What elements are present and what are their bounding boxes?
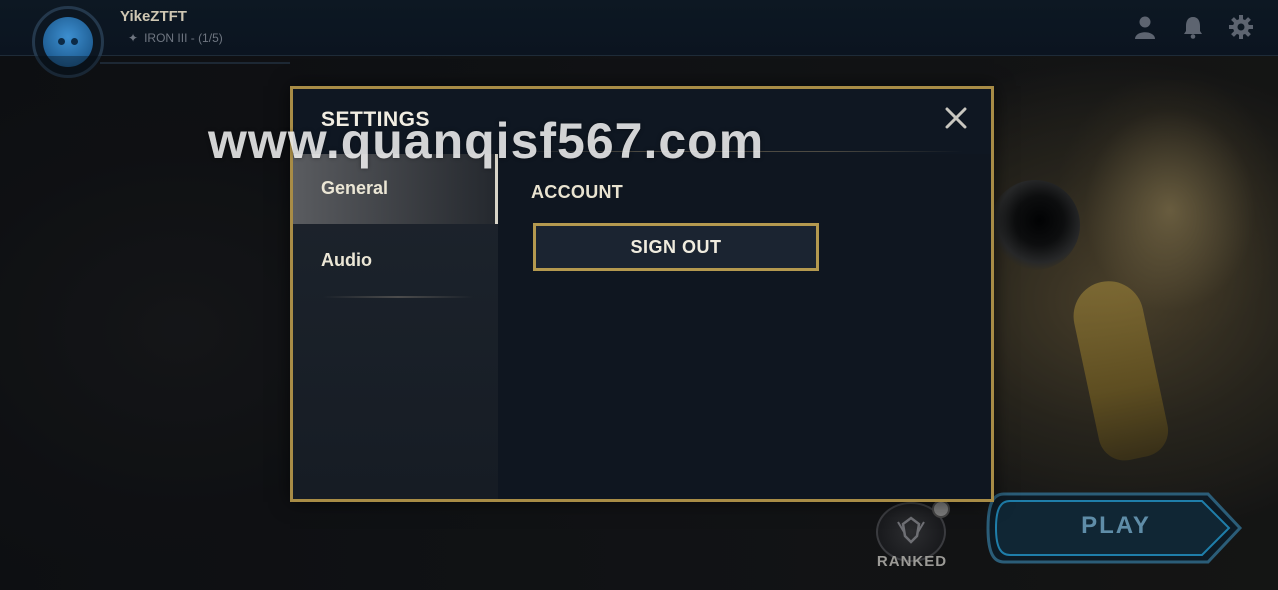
- sidebar-divider: [323, 296, 473, 298]
- watermark-text: www.quanqisf567.com: [208, 113, 765, 169]
- tab-audio[interactable]: Audio: [293, 226, 498, 296]
- top-icons: [1132, 14, 1254, 40]
- ranked-indicator: [932, 500, 950, 518]
- rank-text: IRON III - (1/5): [144, 31, 223, 45]
- top-bar: YikeZTFT ✦ IRON III - (1/5): [0, 0, 1278, 78]
- profile-icon[interactable]: [1132, 14, 1158, 40]
- rank-icon: ✦: [128, 31, 139, 45]
- sign-out-button[interactable]: SIGN OUT: [533, 223, 819, 271]
- ranked-label: RANKED: [876, 553, 948, 570]
- tab-general-label: General: [321, 178, 389, 198]
- play-button[interactable]: PLAY: [986, 490, 1246, 566]
- avatar-eye-left: [58, 38, 65, 45]
- settings-sidebar: General Audio: [293, 154, 498, 499]
- rank-status: ✦ IRON III - (1/5): [128, 31, 223, 45]
- avatar-eye-right: [71, 38, 78, 45]
- close-icon[interactable]: [943, 105, 969, 131]
- play-label: PLAY: [1081, 512, 1151, 539]
- tab-audio-label: Audio: [321, 250, 372, 270]
- username: YikeZTFT: [120, 8, 187, 25]
- bell-icon[interactable]: [1180, 14, 1206, 40]
- ranked-button[interactable]: RANKED: [870, 500, 954, 590]
- account-section-title: ACCOUNT: [531, 182, 624, 202]
- gear-icon[interactable]: [1228, 14, 1254, 40]
- settings-content: ACCOUNT SIGN OUT: [498, 154, 991, 499]
